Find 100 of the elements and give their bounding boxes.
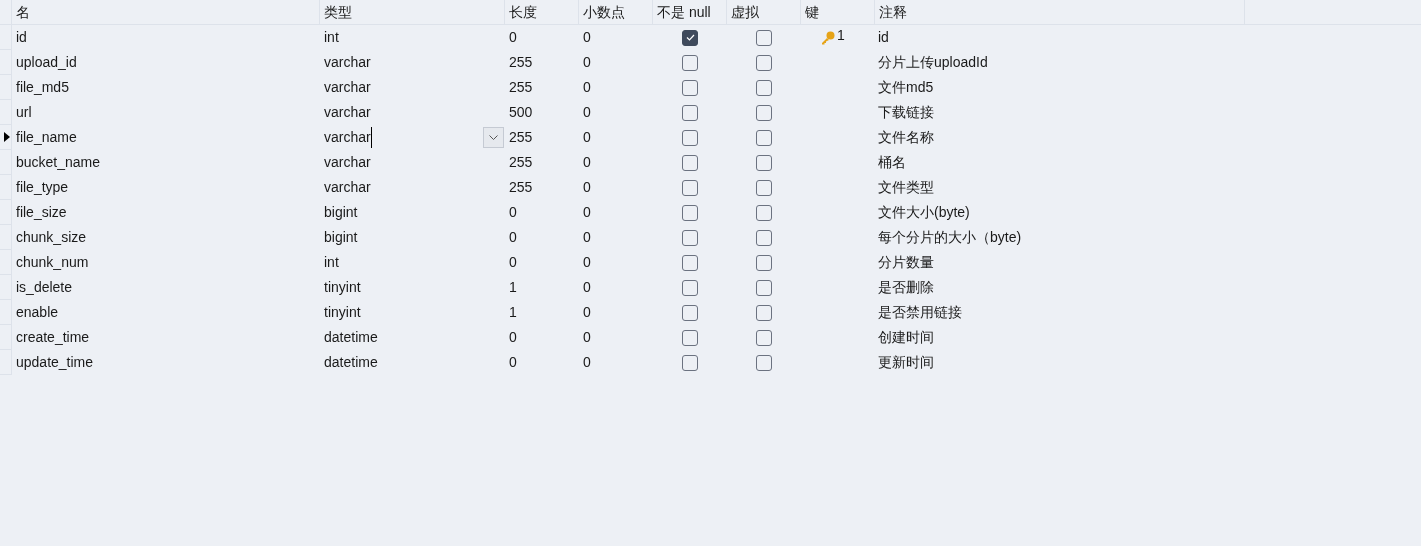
checkbox[interactable] [756, 204, 772, 221]
table-cell-text: file_type [16, 178, 69, 197]
table-cell-text: id [878, 28, 889, 47]
checkbox[interactable] [682, 154, 698, 171]
table-cell-text: int [324, 28, 339, 47]
table-cell-text: 0 [583, 303, 591, 322]
table-cell-text: 文件名称 [878, 128, 934, 147]
table-cell-text: 0 [509, 203, 517, 222]
table-cell-text: 255 [509, 128, 533, 147]
table-cell-text: 桶名 [878, 153, 906, 172]
table-cell-text: datetime [324, 328, 378, 347]
table-cell-text: int [324, 253, 339, 272]
table-cell-text: enable [16, 303, 59, 322]
checkbox[interactable] [756, 229, 772, 246]
checkbox[interactable] [682, 204, 698, 221]
table-cell-text: is_delete [16, 278, 73, 297]
table-cell-text: 0 [583, 103, 591, 122]
column-header[interactable]: 不是 null [657, 1, 711, 23]
table-cell-text: bigint [324, 228, 358, 247]
table-cell-text: 1 [509, 278, 517, 297]
table-cell-text: update_time [16, 353, 94, 372]
table-cell-text: 500 [509, 103, 533, 122]
checkbox[interactable] [682, 279, 698, 296]
table-cell-text: bigint [324, 203, 358, 222]
checkbox[interactable] [682, 104, 698, 121]
table-cell-text: 下载链接 [878, 103, 934, 122]
table-cell-text: file_size [16, 203, 67, 222]
checkbox[interactable] [682, 29, 698, 46]
table-cell-text: 0 [583, 178, 591, 197]
table-cell-text: 0 [583, 28, 591, 47]
table-cell-text: file_md5 [16, 78, 69, 97]
table-cell-text: varchar [324, 153, 371, 172]
checkbox[interactable] [756, 304, 772, 321]
key-number: 1 [837, 26, 845, 45]
table-cell-text: varchar [324, 53, 371, 72]
checkbox[interactable] [682, 254, 698, 271]
checkbox[interactable] [756, 54, 772, 71]
checkbox[interactable] [756, 154, 772, 171]
checkbox[interactable] [682, 79, 698, 96]
table-cell-text: bucket_name [16, 153, 101, 172]
table-cell-text: varchar [324, 78, 371, 97]
checkbox[interactable] [682, 329, 698, 346]
table-cell-text: 是否删除 [878, 278, 934, 297]
row-pointer-icon [4, 132, 10, 142]
table-cell-text: 文件类型 [878, 178, 934, 197]
table-cell-text: 0 [583, 278, 591, 297]
checkbox[interactable] [756, 29, 772, 46]
table-cell-text: id [16, 28, 27, 47]
table-cell-text: 0 [509, 328, 517, 347]
table-cell-text: 分片上传uploadId [878, 53, 988, 72]
checkbox[interactable] [682, 129, 698, 146]
checkbox[interactable] [756, 254, 772, 271]
table-cell-text: 0 [583, 153, 591, 172]
table-cell-text: 255 [509, 78, 533, 97]
column-header[interactable]: 小数点 [583, 1, 625, 23]
checkbox[interactable] [756, 179, 772, 196]
table-cell-text: chunk_num [16, 253, 89, 272]
table-cell-text: 0 [583, 328, 591, 347]
table-cell-text: chunk_size [16, 228, 87, 247]
table-cell-text: 255 [509, 153, 533, 172]
table-cell-text: 0 [509, 28, 517, 47]
table-cell-text: datetime [324, 353, 378, 372]
checkbox[interactable] [756, 104, 772, 121]
check-icon [685, 34, 695, 41]
checkbox[interactable] [682, 304, 698, 321]
checkbox[interactable] [682, 179, 698, 196]
column-header[interactable]: 键 [805, 1, 819, 23]
checkbox[interactable] [756, 354, 772, 371]
table-cell-text: 文件大小(byte) [878, 203, 970, 222]
table-cell-text: 0 [583, 78, 591, 97]
chevron-down-icon [489, 135, 498, 140]
column-header[interactable]: 虚拟 [731, 1, 759, 23]
table-cell-text: upload_id [16, 53, 77, 72]
table-cell-text: 0 [583, 353, 591, 372]
table-cell-text: 1 [509, 303, 517, 322]
table-cell: varchar [324, 127, 372, 148]
checkbox[interactable] [682, 229, 698, 246]
table-cell-text: 每个分片的大小（byte) [878, 228, 1022, 247]
column-header[interactable]: 长度 [509, 1, 537, 23]
checkbox[interactable] [756, 129, 772, 146]
column-header[interactable]: 名 [16, 1, 30, 23]
table-cell-text: 0 [509, 228, 517, 247]
table-cell-text: file_name [16, 128, 77, 147]
column-header[interactable]: 注释 [879, 1, 907, 23]
key-icon [821, 30, 835, 45]
table-cell-text: url [16, 103, 32, 122]
table-cell-text: 255 [509, 53, 533, 72]
column-header[interactable]: 类型 [324, 1, 352, 23]
table-cell-text: 255 [509, 178, 533, 197]
table-cell-text: varchar [324, 103, 371, 122]
table-cell-text: 0 [583, 253, 591, 272]
table-cell-text: 文件md5 [878, 78, 934, 97]
checkbox[interactable] [756, 329, 772, 346]
checkbox[interactable] [756, 279, 772, 296]
table-cell-text: varchar [324, 178, 371, 197]
table-cell-text: tinyint [324, 278, 361, 297]
checkbox[interactable] [682, 54, 698, 71]
checkbox[interactable] [756, 79, 772, 96]
checkbox[interactable] [682, 354, 698, 371]
row-header[interactable] [0, 125, 12, 150]
